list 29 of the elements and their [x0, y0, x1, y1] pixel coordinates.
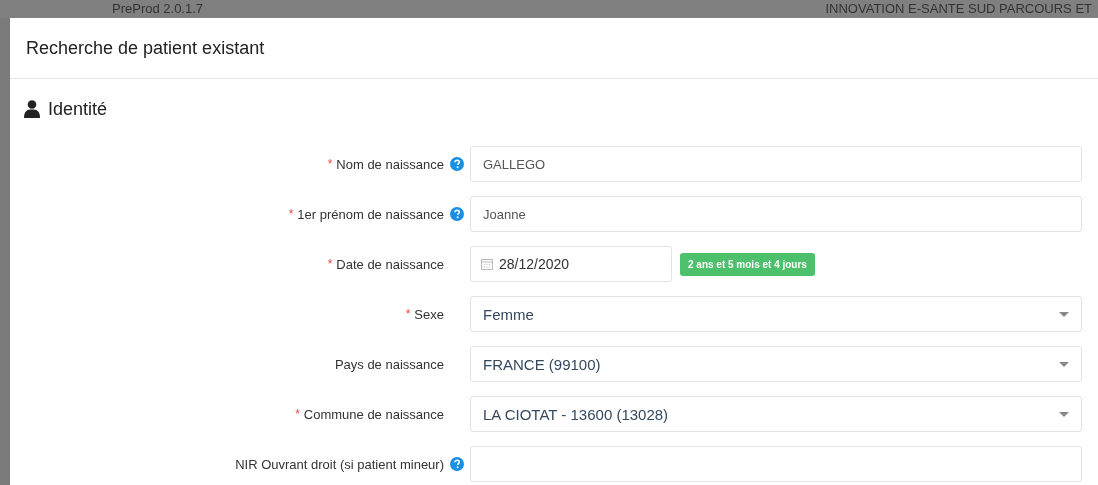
text-field[interactable]: Joanne — [470, 196, 1082, 232]
field-label: Date de naissance — [336, 256, 444, 272]
field-label: Nom de naissance — [336, 156, 444, 172]
app-title: PreProd 2.0.1.7 — [112, 0, 204, 18]
date-field[interactable]: 28/12/2020 — [470, 246, 672, 282]
required-marker: * — [405, 307, 411, 321]
help-icon[interactable] — [450, 157, 464, 171]
select-dropdown[interactable]: FRANCE (99100) — [470, 346, 1082, 382]
help-icon[interactable] — [450, 457, 464, 471]
field-label: 1er prénom de naissance — [297, 206, 444, 222]
select-dropdown[interactable]: Femme — [470, 296, 1082, 332]
dialog-title: Recherche de patient existant — [26, 37, 265, 59]
text-field[interactable] — [470, 446, 1082, 482]
section-title: Identité — [48, 98, 108, 120]
required-marker: * — [295, 407, 300, 421]
text-field[interactable]: GALLEGO — [470, 146, 1082, 182]
field-label: Sexe — [414, 306, 444, 322]
age-badge: 2 ans et 5 mois et 4 jours — [680, 252, 815, 276]
required-marker: * — [327, 257, 333, 271]
help-icon[interactable] — [450, 207, 464, 221]
required-marker: * — [288, 207, 294, 221]
required-marker: * — [327, 157, 333, 171]
calendar-icon — [481, 258, 493, 270]
field-label: Pays de naissance — [334, 356, 444, 372]
field-label: NIR Ouvrant droit (si patient mineur) — [235, 456, 444, 472]
organization-name: INNOVATION E-SANTE SUD PARCOURS ET — [825, 0, 1092, 18]
user-icon — [24, 100, 40, 118]
field-label: Commune de naissance — [303, 406, 444, 422]
select-dropdown[interactable]: LA CIOTAT - 13600 (13028) — [470, 396, 1082, 432]
